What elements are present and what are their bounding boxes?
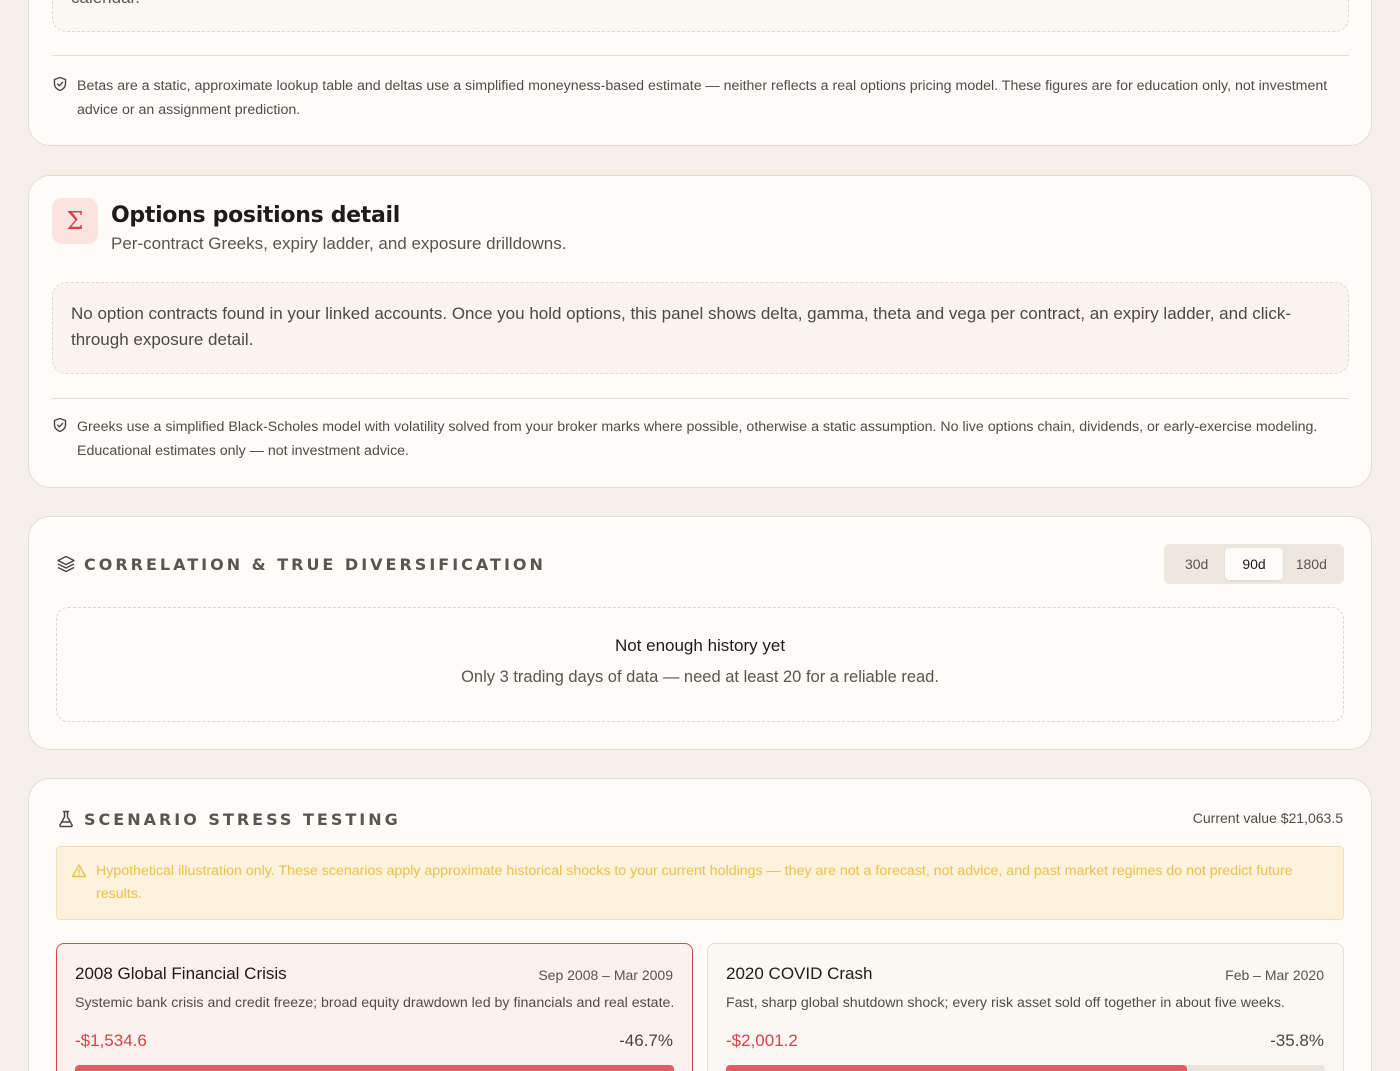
scenario-description: Systemic bank crisis and credit freeze; … — [75, 995, 675, 1011]
scenario-pct: -35.8% — [1270, 1031, 1324, 1050]
current-value: Current value $21,063.5 — [1192, 810, 1343, 826]
options-title: Options positions detail — [111, 203, 401, 228]
betas-card: calendar. Betas are a static, approximat… — [28, 0, 1372, 146]
range-90d-button[interactable]: 90d — [1225, 548, 1283, 580]
scenario-name: 2008 Global Financial Crisis — [75, 964, 287, 983]
correlation-header: Correlation & true diversification — [56, 554, 546, 574]
scenario-severity-bar — [726, 1065, 1325, 1071]
scenario-loss: -$1,534.6 — [75, 1031, 147, 1050]
options-empty-notice: No option contracts found in your linked… — [52, 282, 1349, 374]
options-subtitle: Per-contract Greeks, expiry ladder, and … — [111, 234, 567, 253]
range-30d-button[interactable]: 30d — [1168, 548, 1225, 580]
options-disclaimer-text: Greeks use a simplified Black-Scholes mo… — [77, 419, 1318, 459]
empty-state-title: Not enough history yet — [614, 636, 786, 655]
flask-icon — [59, 810, 73, 828]
scenario-period: Feb – Mar 2020 — [1225, 967, 1324, 983]
layers-icon — [57, 555, 75, 573]
scenario-pct: -46.7% — [619, 1031, 673, 1050]
range-selector: 30d 90d 180d — [1164, 544, 1344, 584]
stress-header: Scenario stress testing — [56, 809, 401, 829]
betas-disclaimer-text: Betas are a static, approximate lookup t… — [77, 78, 1328, 118]
scenario-loss: -$2,001.2 — [726, 1031, 798, 1050]
scenario-description: Fast, sharp global shutdown shock; every… — [726, 995, 1285, 1011]
stress-title: Scenario stress testing — [84, 809, 401, 829]
shield-check-icon — [53, 76, 67, 92]
warning-text: Hypothetical illustration only. These sc… — [96, 863, 1293, 902]
correlation-title: Correlation & true diversification — [84, 554, 546, 574]
divider — [52, 55, 1349, 56]
scenario-card[interactable]: 2020 COVID Crash Feb – Mar 2020 Fast, sh… — [707, 943, 1344, 1071]
scenario-name: 2020 COVID Crash — [726, 964, 873, 983]
divider — [52, 398, 1349, 399]
options-card: Σ Options positions detail Per-contract … — [28, 175, 1372, 488]
betas-disclaimer: Betas are a static, approximate lookup t… — [52, 74, 1349, 122]
warning-icon — [71, 864, 87, 878]
options-disclaimer: Greeks use a simplified Black-Scholes mo… — [52, 415, 1349, 463]
betas-empty-text: calendar. — [71, 0, 140, 8]
stress-card: Scenario stress testing Current value $2… — [28, 778, 1372, 1071]
empty-state-message: Only 3 trading days of data — need at le… — [461, 668, 939, 686]
sigma-icon: Σ — [52, 198, 98, 244]
hypothetical-warning: Hypothetical illustration only. These sc… — [56, 846, 1344, 920]
scenario-period: Sep 2008 – Mar 2009 — [538, 967, 673, 983]
correlation-card: Correlation & true diversification 30d 9… — [28, 516, 1372, 750]
scenario-severity-bar — [75, 1065, 674, 1071]
correlation-empty-state: Not enough history yet Only 3 trading da… — [56, 607, 1344, 722]
shield-check-icon — [53, 417, 67, 433]
scenario-card[interactable]: 2008 Global Financial Crisis Sep 2008 – … — [56, 943, 693, 1071]
range-180d-button[interactable]: 180d — [1283, 548, 1340, 580]
scenario-severity-fill — [726, 1065, 1188, 1071]
scenario-severity-fill — [75, 1065, 674, 1071]
betas-empty-box: calendar. — [52, 0, 1349, 32]
